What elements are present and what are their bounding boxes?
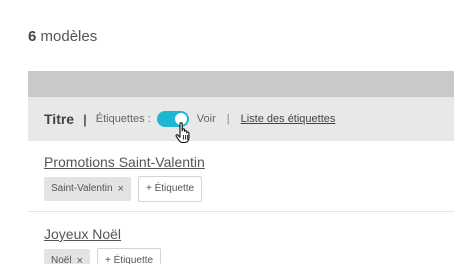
tag-label: Saint-Valentin: [51, 183, 113, 194]
templates-page: 6 modèles Titre | Étiquettes : Voir | Li…: [0, 0, 454, 264]
remove-tag-icon[interactable]: ×: [77, 249, 83, 264]
tag-list: Saint-Valentin × + Étiquette: [44, 176, 444, 202]
add-tag-button[interactable]: + Étiquette: [97, 248, 162, 264]
template-name-link[interactable]: Promotions Saint-Valentin: [44, 154, 444, 170]
row-divider: [28, 211, 454, 212]
hand-pointer-icon: [175, 122, 190, 144]
list-item: Joyeux Noël Noël × + Étiquette: [44, 226, 444, 264]
header-thin-separator: |: [226, 113, 230, 125]
header-separator: |: [83, 111, 87, 127]
tag-chip: Saint-Valentin ×: [44, 177, 131, 201]
table-header: Titre | Étiquettes : Voir | Liste des ét…: [28, 97, 454, 141]
list-item: Promotions Saint-Valentin Saint-Valentin…: [44, 154, 444, 202]
remove-tag-icon[interactable]: ×: [118, 177, 124, 201]
templates-count-label: modèles: [36, 28, 98, 45]
tags-list-link[interactable]: Liste des étiquettes: [241, 113, 336, 125]
toggle-label: Voir: [196, 113, 216, 125]
table-top-bar: [28, 71, 454, 97]
tag-list: Noël × + Étiquette: [44, 248, 444, 264]
add-tag-button[interactable]: + Étiquette: [137, 176, 203, 202]
tag-label: Noël: [51, 255, 72, 264]
tags-label: Étiquettes :: [95, 113, 151, 125]
template-name-link[interactable]: Joyeux Noël: [44, 226, 444, 242]
tag-chip: Noël ×: [44, 249, 91, 264]
templates-count: 6 modèles: [28, 28, 97, 45]
column-title[interactable]: Titre: [44, 111, 74, 127]
